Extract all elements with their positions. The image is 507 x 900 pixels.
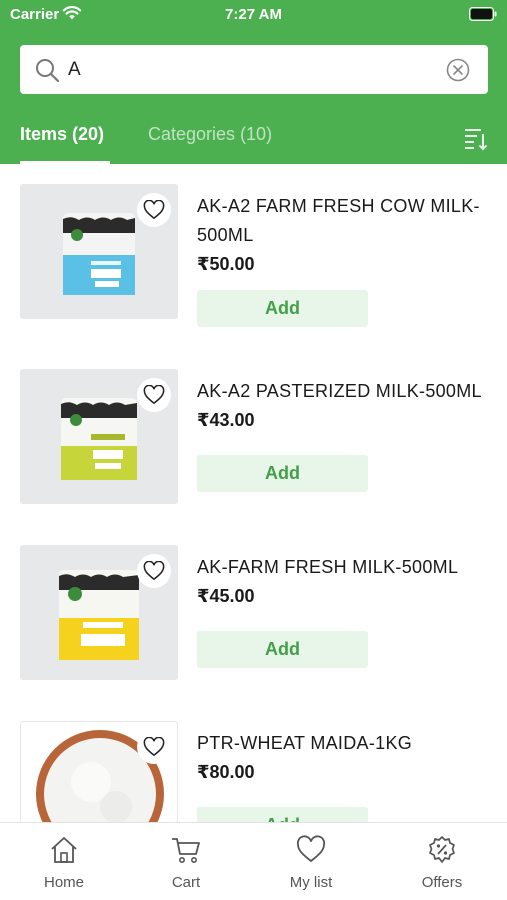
- product-card[interactable]: AK-A2 FARM FRESH COW MILK-500ML ₹50.00 A…: [0, 184, 507, 360]
- product-card[interactable]: AK-FARM FRESH MILK-500ML ₹45.00 Add: [0, 545, 507, 721]
- status-time: 7:27 AM: [225, 6, 282, 23]
- search-bar[interactable]: [20, 45, 488, 94]
- cart-icon: [172, 838, 200, 863]
- product-price: ₹80.00: [197, 762, 255, 782]
- add-to-cart-button[interactable]: Add: [197, 290, 368, 327]
- product-card[interactable]: PTR-WHEAT MAIDA-1KG ₹80.00 Add: [0, 721, 507, 822]
- app-header: Carrier 7:27 AM Items (20) Categories (1…: [0, 0, 507, 164]
- offers-icon: [429, 836, 455, 863]
- search-input[interactable]: [68, 53, 438, 86]
- status-bar: Carrier 7:27 AM: [0, 0, 507, 30]
- product-image[interactable]: [20, 545, 178, 680]
- product-list[interactable]: AK-A2 FARM FRESH COW MILK-500ML ₹50.00 A…: [0, 164, 507, 822]
- product-name: AK-FARM FRESH MILK-500ML: [197, 557, 459, 577]
- product-price: ₹45.00: [197, 586, 255, 606]
- home-icon: [51, 837, 77, 863]
- tab-categories[interactable]: Categories (10): [148, 124, 272, 145]
- product-image[interactable]: [20, 721, 178, 822]
- sort-icon[interactable]: [463, 126, 489, 152]
- nav-cart[interactable]: Cart: [126, 823, 246, 900]
- tab-items[interactable]: Items (20): [20, 124, 104, 145]
- bottom-navigation: Home Cart My list Offers: [0, 822, 507, 900]
- nav-offers-label: Offers: [421, 874, 463, 891]
- product-name: AK-A2 PASTERIZED MILK-500ML: [197, 381, 482, 401]
- product-card[interactable]: AK-A2 PASTERIZED MILK-500ML ₹43.00 Add: [0, 369, 507, 545]
- tab-bar: Items (20) Categories (10): [0, 116, 507, 164]
- product-name: PTR-WHEAT MAIDA-1KG: [197, 733, 413, 753]
- search-icon: [36, 59, 60, 83]
- battery-icon: [469, 7, 497, 21]
- add-to-cart-button[interactable]: Add: [197, 631, 368, 668]
- nav-home[interactable]: Home: [4, 823, 124, 900]
- heart-icon: [143, 385, 165, 405]
- clear-search-icon[interactable]: [446, 58, 470, 82]
- favorite-button[interactable]: [137, 730, 171, 764]
- heart-icon: [143, 561, 165, 581]
- heart-icon: [296, 835, 326, 863]
- product-price: ₹50.00: [197, 254, 255, 274]
- favorite-button[interactable]: [137, 554, 171, 588]
- add-to-cart-button[interactable]: Add: [197, 455, 368, 492]
- product-price: ₹43.00: [197, 410, 255, 430]
- product-name: AK-A2 FARM FRESH COW MILK-500ML: [197, 196, 480, 245]
- nav-home-label: Home: [43, 874, 84, 891]
- favorite-button[interactable]: [137, 378, 171, 412]
- product-image[interactable]: [20, 184, 178, 319]
- heart-icon: [143, 200, 165, 220]
- nav-offers[interactable]: Offers: [382, 823, 502, 900]
- nav-my-list[interactable]: My list: [251, 823, 371, 900]
- nav-my-list-label: My list: [289, 874, 333, 891]
- add-to-cart-button[interactable]: Add: [197, 807, 368, 822]
- product-image[interactable]: [20, 369, 178, 504]
- favorite-button[interactable]: [137, 193, 171, 227]
- heart-icon: [143, 737, 165, 757]
- nav-cart-label: Cart: [171, 874, 201, 891]
